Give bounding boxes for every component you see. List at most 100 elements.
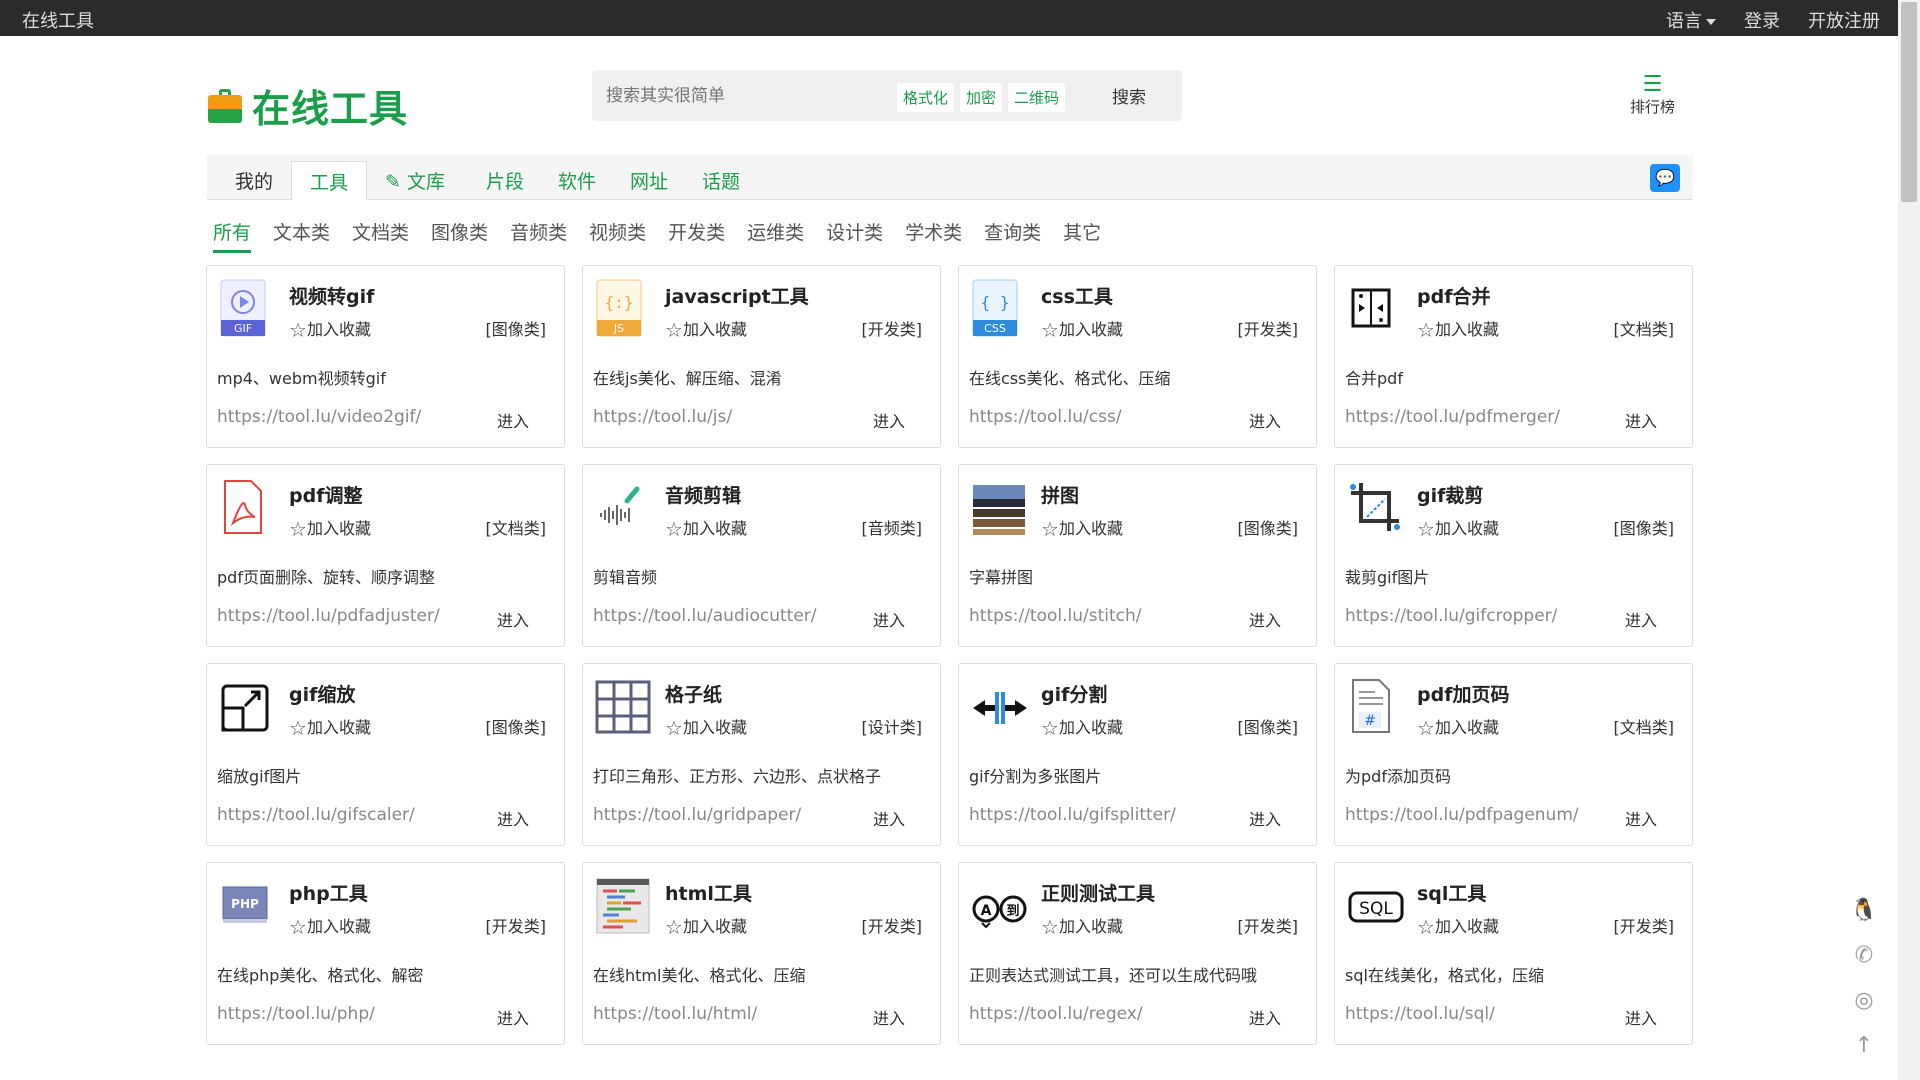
register-link[interactable]: 开放注册 [1808, 7, 1880, 33]
enter-button[interactable]: 进入 [1625, 1005, 1657, 1029]
tool-card[interactable]: GIF 视频转gif ☆加入收藏 [图像类] mp4、webm视频转gif https:/… [206, 265, 565, 448]
add-favorite-button[interactable]: ☆加入收藏 [1417, 316, 1499, 342]
tool-url[interactable]: https://tool.lu/video2gif/ [217, 407, 421, 427]
search-tag[interactable]: 加密 [960, 83, 1003, 112]
tab-topics[interactable]: 话题 [702, 167, 740, 194]
tool-title[interactable]: sql工具 [1417, 879, 1486, 906]
tool-card[interactable]: pdf合并 ☆加入收藏 [文档类] 合并pdf https://tool.lu/pdfm… [1334, 265, 1693, 448]
search-tag[interactable]: 格式化 [897, 83, 955, 112]
add-favorite-button[interactable]: ☆加入收藏 [289, 714, 371, 740]
tool-category[interactable]: [图像类] [486, 714, 547, 738]
tool-card[interactable]: html工具 ☆加入收藏 [开发类] 在线html美化、格式化、压缩 https://t… [582, 862, 941, 1045]
tool-category[interactable]: [开发类] [486, 913, 547, 937]
tab-tools[interactable]: 工具 [291, 161, 368, 201]
enter-button[interactable]: 进入 [873, 408, 905, 432]
scrollbar-thumb[interactable] [1901, 2, 1917, 202]
enter-button[interactable]: 进入 [1625, 408, 1657, 432]
tool-url[interactable]: https://tool.lu/gifcropper/ [1345, 606, 1557, 626]
enter-button[interactable]: 进入 [1249, 1005, 1281, 1029]
enter-button[interactable]: 进入 [1625, 607, 1657, 631]
enter-button[interactable]: 进入 [497, 607, 529, 631]
add-favorite-button[interactable]: ☆加入收藏 [1417, 714, 1499, 740]
tool-url[interactable]: https://tool.lu/gifscaler/ [217, 805, 415, 825]
enter-button[interactable]: 进入 [1249, 806, 1281, 830]
add-favorite-button[interactable]: ☆加入收藏 [1041, 515, 1123, 541]
wechat-icon[interactable]: ✆ [1850, 943, 1878, 971]
login-link[interactable]: 登录 [1744, 7, 1780, 33]
category-item[interactable]: 文档类 [352, 218, 409, 253]
enter-button[interactable]: 进入 [1625, 806, 1657, 830]
tool-card[interactable]: gif缩放 ☆加入收藏 [图像类] 缩放gif图片 https://tool.lu/gi… [206, 663, 565, 846]
tool-category[interactable]: [图像类] [1614, 515, 1675, 539]
add-favorite-button[interactable]: ☆加入收藏 [665, 316, 747, 342]
tool-url[interactable]: https://tool.lu/pdfpagenum/ [1345, 805, 1579, 825]
chat-icon[interactable]: 💬 [1650, 164, 1680, 192]
tool-card[interactable]: 音频剪辑 ☆加入收藏 [音频类] 剪辑音频 https://tool.lu/audioc… [582, 464, 941, 647]
tool-card[interactable]: SQL sql工具 ☆加入收藏 [开发类] sql在线美化，格式化，压缩 https://… [1334, 862, 1693, 1045]
add-favorite-button[interactable]: ☆加入收藏 [1417, 515, 1499, 541]
weibo-icon[interactable]: ◎ [1850, 988, 1878, 1016]
tool-card[interactable]: 格子纸 ☆加入收藏 [设计类] 打印三角形、正方形、六边形、点状格子 https://t… [582, 663, 941, 846]
enter-button[interactable]: 进入 [1249, 607, 1281, 631]
tool-title[interactable]: css工具 [1041, 282, 1113, 309]
tool-title[interactable]: javascript工具 [665, 282, 809, 309]
tool-category[interactable]: [音频类] [862, 515, 923, 539]
category-item[interactable]: 其它 [1063, 218, 1101, 253]
tool-category[interactable]: [图像类] [1238, 515, 1299, 539]
enter-button[interactable]: 进入 [1249, 408, 1281, 432]
back-to-top-icon[interactable]: ↑ [1850, 1033, 1878, 1061]
enter-button[interactable]: 进入 [873, 607, 905, 631]
tool-card[interactable]: # pdf加页码 ☆加入收藏 [文档类] 为pdf添加页码 https://tool.lu… [1334, 663, 1693, 846]
tool-category[interactable]: [文档类] [486, 515, 547, 539]
tool-category[interactable]: [开发类] [862, 316, 923, 340]
tool-card[interactable]: gif裁剪 ☆加入收藏 [图像类] 裁剪gif图片 https://tool.lu/gi… [1334, 464, 1693, 647]
site-logo[interactable]: 在线工具 [208, 78, 408, 133]
category-item[interactable]: 开发类 [668, 218, 725, 253]
tool-url[interactable]: https://tool.lu/regex/ [969, 1004, 1143, 1024]
category-item[interactable]: 图像类 [431, 218, 488, 253]
tab-software[interactable]: 软件 [558, 167, 596, 194]
site-brand[interactable]: 在线工具 [22, 7, 94, 33]
add-favorite-button[interactable]: ☆加入收藏 [665, 714, 747, 740]
tool-url[interactable]: https://tool.lu/html/ [593, 1004, 757, 1024]
tool-title[interactable]: 视频转gif [289, 282, 374, 309]
tool-title[interactable]: php工具 [289, 879, 368, 906]
tool-category[interactable]: [图像类] [1238, 714, 1299, 738]
tool-title[interactable]: 音频剪辑 [665, 481, 741, 508]
tool-card[interactable]: {:} JS javascript工具 ☆加入收藏 [开发类] 在线js美化、解压缩、混淆… [582, 265, 941, 448]
category-item[interactable]: 学术类 [905, 218, 962, 253]
tool-category[interactable]: [文档类] [1614, 316, 1675, 340]
tool-title[interactable]: html工具 [665, 879, 752, 906]
tool-url[interactable]: https://tool.lu/css/ [969, 407, 1122, 427]
category-item[interactable]: 运维类 [747, 218, 804, 253]
enter-button[interactable]: 进入 [497, 408, 529, 432]
tool-card[interactable]: gif分割 ☆加入收藏 [图像类] gif分割为多张图片 https://tool.lu… [958, 663, 1317, 846]
tool-category[interactable]: [开发类] [1238, 913, 1299, 937]
tool-url[interactable]: https://tool.lu/sql/ [1345, 1004, 1495, 1024]
category-item[interactable]: 设计类 [826, 218, 883, 253]
add-favorite-button[interactable]: ☆加入收藏 [289, 515, 371, 541]
tool-url[interactable]: https://tool.lu/js/ [593, 407, 732, 427]
enter-button[interactable]: 进入 [497, 1005, 529, 1029]
tool-title[interactable]: gif分割 [1041, 680, 1107, 707]
tool-title[interactable]: gif裁剪 [1417, 481, 1483, 508]
search-input[interactable] [606, 82, 896, 110]
tool-category[interactable]: [开发类] [1238, 316, 1299, 340]
tool-card[interactable]: pdf调整 ☆加入收藏 [文档类] pdf页面删除、旋转、顺序调整 https://to… [206, 464, 565, 647]
tool-url[interactable]: https://tool.lu/gifsplitter/ [969, 805, 1176, 825]
tool-title[interactable]: pdf加页码 [1417, 680, 1509, 707]
enter-button[interactable]: 进入 [497, 806, 529, 830]
tool-category[interactable]: [开发类] [862, 913, 923, 937]
tool-title[interactable]: gif缩放 [289, 680, 355, 707]
search-button[interactable]: 搜索 [1112, 83, 1146, 108]
add-favorite-button[interactable]: ☆加入收藏 [289, 913, 371, 939]
add-favorite-button[interactable]: ☆加入收藏 [1041, 913, 1123, 939]
add-favorite-button[interactable]: ☆加入收藏 [289, 316, 371, 342]
tool-title[interactable]: pdf调整 [289, 481, 362, 508]
tab-library[interactable]: ✎ 文库 [385, 167, 445, 194]
tool-card[interactable]: A 到正则测试工具 ☆加入收藏 [开发类] 正则表达式测试工具，还可以生成代码哦 http… [958, 862, 1317, 1045]
tool-title[interactable]: 格子纸 [665, 680, 722, 707]
tab-snippets[interactable]: 片段 [486, 167, 524, 194]
tool-url[interactable]: https://tool.lu/php/ [217, 1004, 375, 1024]
tool-title[interactable]: 拼图 [1041, 481, 1079, 508]
